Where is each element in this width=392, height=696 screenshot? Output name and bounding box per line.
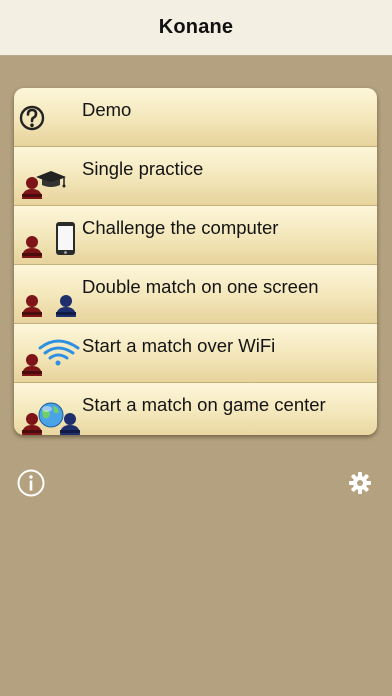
info-icon[interactable]	[16, 468, 46, 498]
challenge-computer-button[interactable]: Challenge the computer	[14, 206, 377, 265]
menu-item-label: Start a match on game center	[82, 394, 326, 415]
wifi-match-button[interactable]: Start a match over WiFi	[14, 324, 377, 383]
gear-icon[interactable]	[348, 471, 372, 495]
main-menu: Demo Single practice Challenge the compu…	[14, 88, 377, 435]
two-players-icon	[22, 295, 76, 317]
student-icon	[22, 171, 66, 199]
menu-item-label: Challenge the computer	[82, 217, 279, 238]
nav-bar: Konane	[0, 0, 392, 56]
menu-item-label: Single practice	[82, 158, 204, 179]
page-title: Konane	[158, 16, 234, 38]
player-vs-phone-icon	[22, 222, 75, 258]
menu-item-label: Double match on one screen	[82, 276, 319, 297]
single-practice-button[interactable]: Single practice	[14, 147, 377, 206]
wifi-player-icon	[22, 339, 80, 376]
demo-button[interactable]: Demo	[14, 88, 377, 147]
game-center-icon	[22, 402, 80, 435]
menu-item-label: Demo	[82, 99, 132, 120]
help-icon	[19, 105, 45, 131]
game-center-match-button[interactable]: Start a match on game center	[14, 383, 377, 435]
menu-item-label: Start a match over WiFi	[82, 335, 276, 356]
double-match-button[interactable]: Double match on one screen	[14, 265, 377, 324]
